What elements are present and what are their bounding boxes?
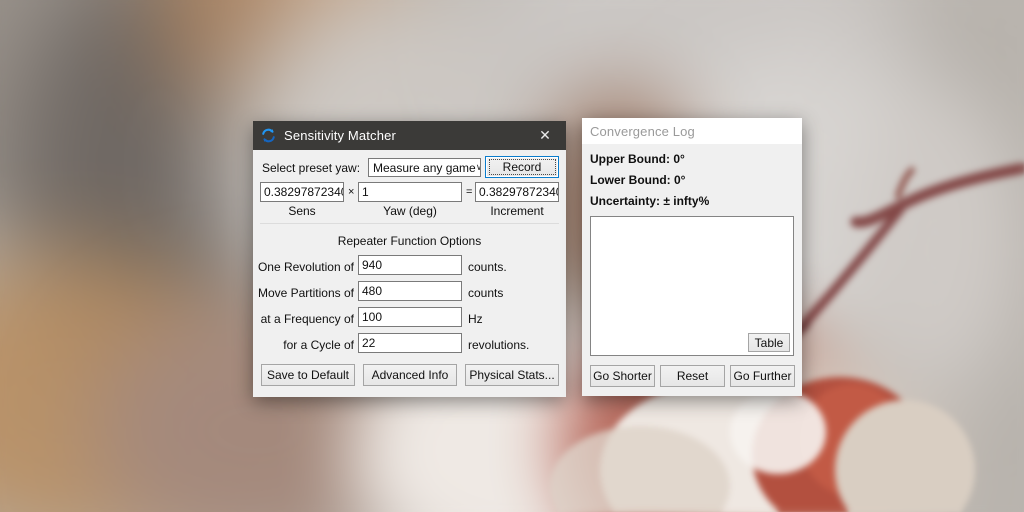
go-further-label: Go Further (733, 369, 792, 383)
sens-value: 0.38297872340 (264, 185, 344, 199)
physical-stats-button[interactable]: Physical Stats... (465, 364, 559, 386)
lower-bound-stat: Lower Bound: 0° (590, 173, 686, 187)
equals-symbol: = (466, 186, 473, 198)
save-to-default-label: Save to Default (266, 368, 350, 382)
move-partitions-input[interactable]: 480 (358, 281, 462, 301)
convergence-log-client: Upper Bound: 0° Lower Bound: 0° Uncertai… (582, 144, 802, 396)
sensitivity-matcher-titlebar[interactable]: Sensitivity Matcher ✕ (253, 121, 566, 150)
sensitivity-matcher-title: Sensitivity Matcher (284, 128, 396, 143)
record-button[interactable]: Record (485, 156, 559, 178)
repeater-row-unit-1: counts (468, 286, 504, 300)
go-shorter-label: Go Shorter (593, 369, 652, 383)
convergence-log-window[interactable]: Convergence Log Upper Bound: 0° Lower Bo… (582, 118, 802, 396)
repeater-heading: Repeater Function Options (337, 234, 482, 248)
repeater-row-unit-0: counts. (468, 260, 507, 274)
repeater-row-label-3: for a Cycle of (283, 338, 354, 352)
chevron-down-icon: ∨ (476, 162, 480, 173)
increment-output: 0.38297872340 (475, 182, 559, 202)
convergence-log-titlebar[interactable]: Convergence Log (582, 118, 802, 144)
yaw-input[interactable]: 1 (358, 182, 462, 202)
close-icon[interactable]: ✕ (524, 121, 566, 150)
convergence-log-listbox[interactable]: Table (590, 216, 794, 356)
go-further-button[interactable]: Go Further (730, 365, 795, 387)
record-button-label: Record (488, 159, 556, 175)
sens-caption: Sens (288, 204, 316, 218)
table-button[interactable]: Table (748, 333, 790, 352)
repeater-row-label-1: Move Partitions of (257, 286, 354, 300)
repeater-row-value-2: 100 (362, 310, 383, 324)
cycle-input[interactable]: 22 (358, 333, 462, 353)
reset-label: Reset (676, 369, 709, 383)
repeater-row-value-3: 22 (362, 336, 376, 350)
advanced-info-label: Advanced Info (371, 368, 449, 382)
yaw-value: 1 (362, 185, 369, 199)
reset-button[interactable]: Reset (660, 365, 725, 387)
preset-yaw-combobox[interactable]: Measure any game ∨ (368, 158, 481, 177)
multiply-symbol: × (348, 186, 355, 198)
physical-stats-label: Physical Stats... (469, 368, 555, 382)
one-revolution-input[interactable]: 940 (358, 255, 462, 275)
increment-caption: Increment (490, 204, 544, 218)
yaw-caption: Yaw (deg) (383, 204, 437, 218)
repeater-row-label-2: at a Frequency of (260, 312, 354, 326)
sensitivity-matcher-window[interactable]: Sensitivity Matcher ✕ Select preset yaw:… (253, 121, 566, 397)
repeater-row-unit-3: revolutions. (468, 338, 530, 352)
convergence-log-title: Convergence Log (590, 123, 695, 139)
repeater-row-label-0: One Revolution of (257, 260, 354, 274)
preset-yaw-value: Measure any game (373, 160, 476, 175)
table-button-label: Table (754, 335, 784, 350)
sensitivity-matcher-client: Select preset yaw: Measure any game ∨ Re… (253, 150, 566, 397)
upper-bound-stat: Upper Bound: 0° (590, 152, 685, 166)
increment-value: 0.38297872340 (479, 185, 559, 199)
repeater-row-unit-2: Hz (468, 312, 483, 326)
preset-yaw-label: Select preset yaw: (262, 161, 361, 175)
divider (260, 223, 559, 224)
repeater-row-value-0: 940 (362, 258, 383, 272)
sens-input[interactable]: 0.38297872340 (260, 182, 344, 202)
advanced-info-button[interactable]: Advanced Info (363, 364, 457, 386)
go-shorter-button[interactable]: Go Shorter (590, 365, 655, 387)
sync-refresh-icon (261, 128, 276, 143)
uncertainty-stat: Uncertainty: ± infty% (590, 194, 710, 208)
frequency-input[interactable]: 100 (358, 307, 462, 327)
save-to-default-button[interactable]: Save to Default (261, 364, 355, 386)
repeater-row-value-1: 480 (362, 284, 383, 298)
